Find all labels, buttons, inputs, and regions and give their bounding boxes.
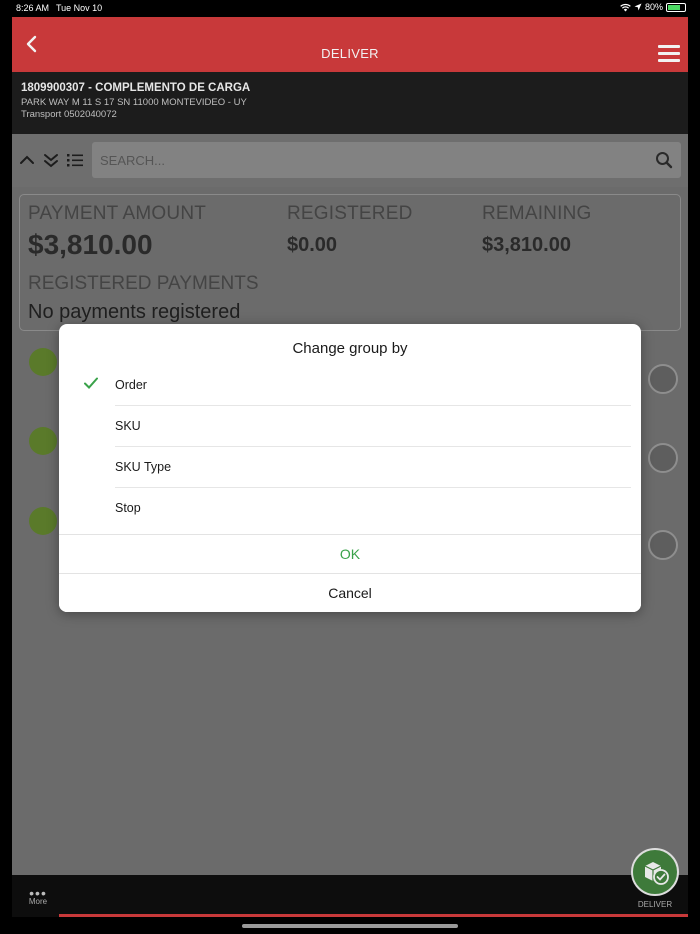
deliver-label: DELIVER (637, 900, 673, 909)
search-input[interactable] (100, 142, 640, 178)
registered-payments-value: No payments registered (28, 301, 241, 323)
checkmark-icon (84, 377, 98, 389)
group-option-stop[interactable]: Stop (115, 488, 631, 529)
group-option-label: Order (115, 378, 147, 392)
dialog-title: Change group by (292, 340, 408, 357)
row-select-radio[interactable] (648, 530, 678, 560)
search-icon[interactable] (655, 151, 673, 169)
group-option-label: Stop (115, 501, 141, 515)
payment-amount-label: PAYMENT AMOUNT (28, 203, 207, 224)
registered-payments-label: REGISTERED PAYMENTS (28, 273, 259, 294)
cancel-button[interactable]: Cancel (59, 574, 641, 612)
status-date: Tue Nov 10 (56, 3, 103, 13)
order-info-panel: 1809900307 - COMPLEMENTO DE CARGA PARK W… (12, 72, 688, 134)
more-button[interactable]: ••• More (24, 885, 52, 906)
row-select-radio[interactable] (648, 443, 678, 473)
status-bar: 8:26 AM Tue Nov 10 80% (0, 0, 700, 16)
list-icon[interactable] (66, 151, 84, 169)
truck-icon (29, 507, 57, 535)
payment-amount-block: PAYMENT AMOUNT $3,810.00 (28, 203, 206, 261)
group-by-dialog: Change group by Order SKU SKU Type Stop … (59, 324, 641, 612)
payment-amount-value: $3,810.00 (28, 229, 153, 260)
status-time: 8:26 AM (16, 3, 50, 13)
group-option-order[interactable]: Order (84, 365, 631, 406)
bottom-tab-bar: ••• More (12, 875, 688, 917)
home-indicator (242, 924, 458, 928)
order-title: 1809900307 - COMPLEMENTO DE CARGA (21, 82, 251, 94)
status-indicators: 80% (620, 2, 686, 12)
group-option-label: SKU Type (115, 460, 172, 474)
ok-button[interactable]: OK (59, 535, 641, 573)
truck-icon (29, 348, 57, 376)
header-bar: DELIVER (12, 17, 688, 72)
registered-block: REGISTERED $0.00 (287, 203, 413, 257)
remaining-block: REMAINING $3,810.00 (482, 203, 591, 257)
order-transport: Transport 0502040072 (21, 109, 117, 120)
group-option-sku[interactable]: SKU (115, 406, 631, 447)
payment-summary-card: PAYMENT AMOUNT $3,810.00 REGISTERED $0.0… (19, 194, 681, 331)
double-chevron-down-icon[interactable] (42, 151, 60, 169)
deliver-package-check-icon (644, 862, 669, 885)
more-label: More (28, 897, 48, 906)
more-dots-icon: ••• (29, 885, 47, 901)
page-title: DELIVER (321, 46, 379, 61)
chevron-up-icon[interactable] (18, 151, 36, 169)
truck-icon (29, 427, 57, 455)
search-box (92, 142, 681, 178)
row-select-radio[interactable] (648, 364, 678, 394)
remaining-label: REMAINING (482, 203, 592, 224)
order-address: PARK WAY M 11 S 17 SN 11000 MONTEVIDEO -… (21, 97, 247, 108)
location-arrow-icon (634, 3, 642, 11)
progress-line (59, 914, 688, 917)
deliver-button[interactable] (631, 848, 679, 896)
registered-value: $0.00 (287, 234, 338, 256)
hamburger-icon[interactable] (658, 45, 680, 65)
group-option-label: SKU (115, 419, 141, 433)
group-option-sku-type[interactable]: SKU Type (115, 447, 631, 488)
list-toolbar (12, 134, 688, 187)
battery-icon (666, 2, 686, 12)
registered-label: REGISTERED (287, 203, 413, 224)
remaining-value: $3,810.00 (482, 234, 571, 256)
battery-percent: 80% (644, 2, 663, 12)
screen: 8:26 AM Tue Nov 10 80% DELIVER 180990030… (0, 0, 700, 934)
wifi-icon (620, 3, 631, 12)
